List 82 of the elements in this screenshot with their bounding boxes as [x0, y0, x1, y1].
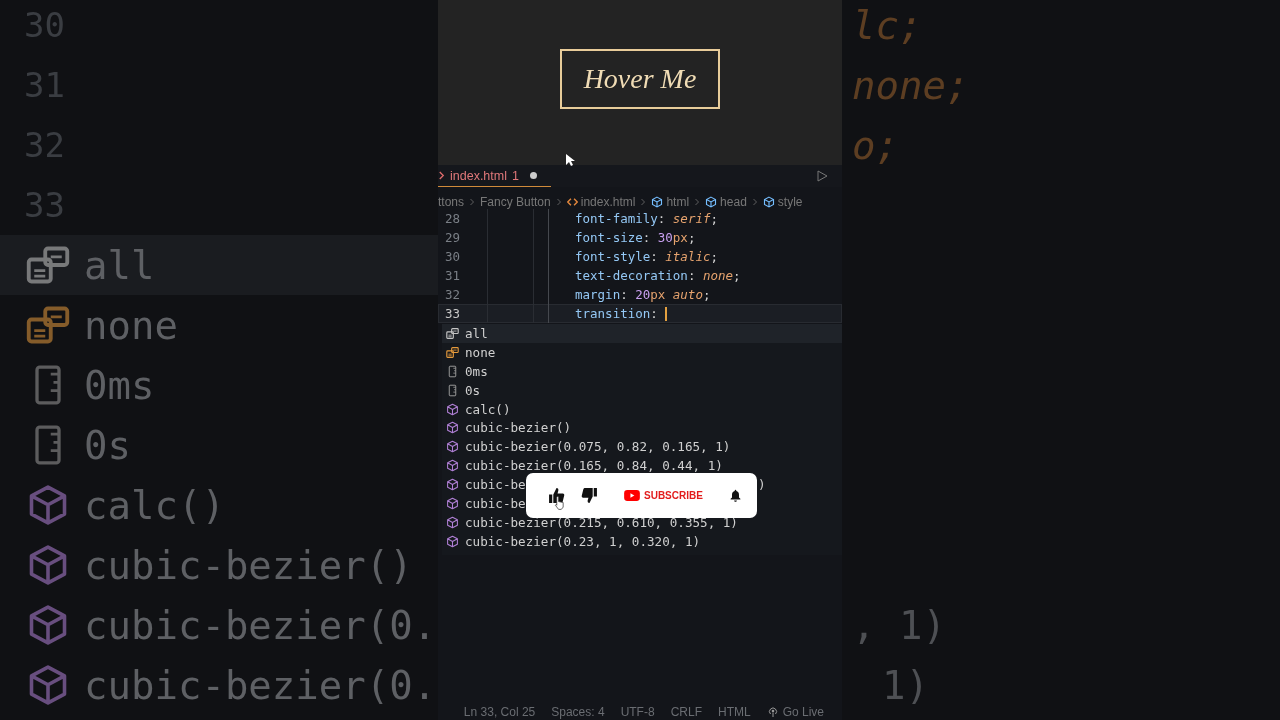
cube-icon — [446, 421, 459, 435]
suggestion-label[interactable]: cubic-bezier(0.215, 0.610, 0.355, 1) — [465, 514, 738, 530]
cube-icon — [705, 196, 718, 208]
code-line: transition: — [575, 305, 668, 322]
code-line: font-family: serif; — [575, 211, 718, 226]
line-number: 28 — [443, 211, 460, 226]
status-item[interactable]: CRLF — [670, 705, 702, 719]
line-number: 30 — [443, 249, 460, 264]
code-line: text-decoration: none; — [575, 268, 741, 283]
enum-icon — [446, 326, 459, 340]
code-fragment: o; — [852, 122, 899, 168]
line-number: 32 — [443, 287, 460, 302]
hand-cursor-icon — [554, 495, 565, 510]
breadcrumb[interactable]: ttons — [438, 195, 464, 209]
play-icon — [624, 490, 640, 501]
cube-icon — [446, 515, 459, 529]
chevron-icon — [751, 198, 758, 206]
suggestion-label: 0s — [84, 422, 131, 468]
suggestion-label[interactable]: all — [465, 325, 488, 341]
code-fragment: 1) — [882, 662, 929, 708]
hover-me-button[interactable]: Hover Me — [559, 48, 721, 109]
status-item[interactable]: UTF-8 — [620, 705, 655, 719]
cube-icon — [651, 196, 664, 208]
chevron-icon — [694, 198, 701, 206]
code-fragment: lc; — [852, 2, 923, 48]
status-item[interactable]: HTML — [717, 705, 751, 719]
chevron-icon — [469, 198, 475, 206]
code-fragment: none; — [852, 62, 970, 108]
bell-icon[interactable] — [728, 489, 742, 502]
code-line: font-size: 30px; — [575, 230, 696, 245]
suggestion-label[interactable]: 0ms — [465, 363, 488, 379]
suggestion-label: cubic-bezier(0. — [84, 662, 437, 708]
go-live-button[interactable]: Go Live — [766, 705, 824, 719]
suggestion-label: cubic-bezier() — [84, 542, 413, 588]
suggestion-label[interactable]: cubic-bezier(0.165, 0.84, 0.44, 1) — [465, 458, 723, 474]
status-item[interactable]: Spaces: 4 — [551, 705, 605, 719]
code-line: font-style: italic; — [575, 249, 718, 264]
suggestion-label[interactable]: calc() — [465, 401, 511, 417]
chevron-icon — [438, 171, 445, 180]
breadcrumb[interactable]: index.html — [566, 195, 636, 209]
suggestion-label: none — [84, 302, 178, 348]
cube-icon — [446, 459, 459, 473]
cube-icon — [762, 196, 775, 208]
breadcrumb[interactable]: Fancy Button — [480, 195, 551, 209]
breadcrumb[interactable]: head — [705, 195, 747, 209]
suggestion-label[interactable]: none — [465, 344, 496, 360]
suggestion-label: all — [84, 242, 155, 288]
suggestion-label: calc() — [84, 482, 225, 528]
ruler-icon — [446, 364, 459, 378]
suggestion-label[interactable]: cubic-be — [465, 477, 526, 493]
cursor-icon — [565, 153, 577, 167]
cube-icon — [446, 440, 459, 454]
code-line: margin: 20px auto; — [575, 287, 711, 302]
line-number: 33 — [443, 306, 460, 321]
suggestion-label[interactable]: cubic-bezier() — [465, 420, 572, 436]
suggestion-label[interactable]: cubic-bezier(0.23, 1, 0.320, 1) — [465, 533, 701, 549]
suggestion-label[interactable]: 0s — [465, 382, 481, 398]
cube-icon — [446, 534, 459, 548]
broadcast-icon — [766, 706, 779, 718]
code-icon — [566, 198, 578, 206]
run-icon[interactable] — [816, 170, 828, 182]
cube-icon — [446, 402, 459, 416]
line-number: 31 — [443, 268, 460, 283]
ruler-icon — [446, 383, 459, 397]
suggestion-label[interactable]: cubic-be — [465, 495, 526, 511]
file-tab[interactable]: index.html 1 — [438, 165, 551, 187]
breadcrumb[interactable]: html — [651, 195, 690, 209]
suggestion-label: 0ms — [84, 362, 155, 408]
cube-icon — [446, 496, 459, 510]
code-fragment: , 1) — [852, 602, 946, 648]
cube-icon — [446, 478, 459, 492]
suggestion-label[interactable]: cubic-bezier(0.075, 0.82, 0.165, 1) — [465, 439, 731, 455]
suggestion-label: ) — [758, 477, 766, 493]
line-number: 29 — [443, 230, 460, 245]
enum-icon — [446, 345, 459, 359]
thumbs-down-icon[interactable] — [581, 487, 598, 504]
subscribe-button[interactable]: SUBSCRIBE — [614, 490, 713, 501]
chevron-icon — [640, 198, 647, 206]
status-item[interactable]: Ln 33, Col 25 — [463, 705, 536, 719]
breadcrumb[interactable]: style — [762, 195, 803, 209]
chevron-icon — [555, 198, 562, 206]
suggestion-label: cubic-bezier(0. — [84, 602, 437, 648]
